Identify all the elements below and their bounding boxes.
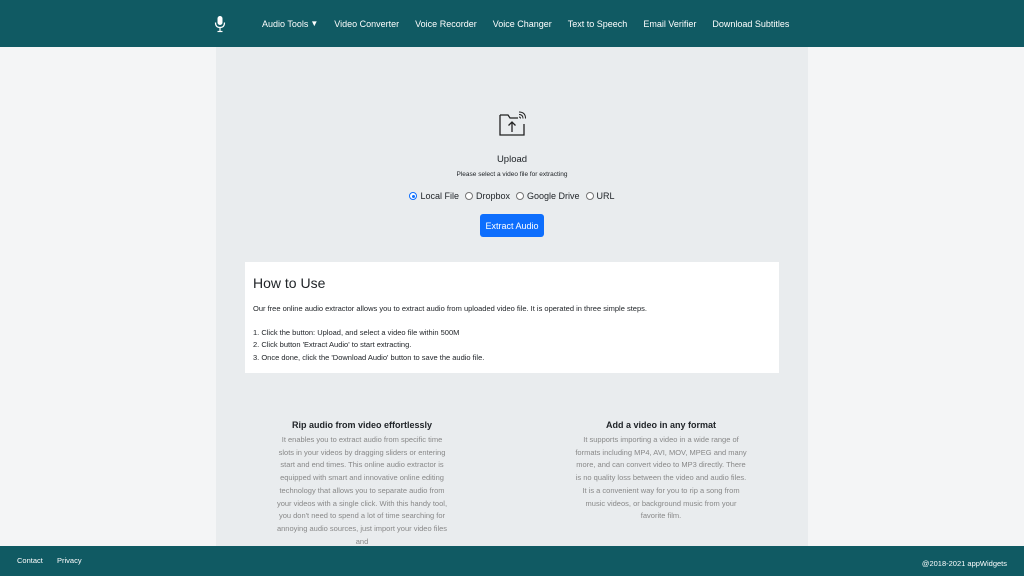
upload-title: Upload [496, 154, 528, 165]
radio-label: Dropbox [475, 191, 510, 201]
radio-label: Google Drive [527, 191, 580, 201]
footer: Contact Privacy @2018-2021 appWidgets [0, 546, 1024, 576]
footer-copyright: @2018-2021 appWidgets [921, 559, 1007, 568]
radio-button[interactable] [409, 192, 418, 200]
radio-dropbox[interactable]: Dropbox [464, 191, 510, 201]
radio-button[interactable] [464, 192, 473, 200]
radio-button[interactable] [585, 192, 594, 200]
microphone-icon[interactable] [214, 15, 226, 33]
upload-source-group: Local File Dropbox Google Drive URL [216, 191, 808, 201]
nav-voice-recorder[interactable]: Voice Recorder [415, 19, 477, 29]
footer-privacy-link[interactable]: Privacy [57, 556, 82, 565]
radio-label: Local File [420, 191, 459, 201]
nav-audio-tools-label: Audio Tools [262, 18, 309, 29]
extract-audio-button[interactable]: Extract Audio [480, 214, 544, 237]
nav-download-subtitles[interactable]: Download Subtitles [712, 19, 789, 29]
nav-audio-tools[interactable]: Audio Tools ▼ [262, 19, 318, 29]
footer-contact-link[interactable]: Contact [17, 556, 43, 565]
feature-any-format: Add a video in any format It supports im… [575, 420, 747, 523]
radio-google-drive[interactable]: Google Drive [516, 191, 580, 201]
radio-url[interactable]: URL [585, 191, 615, 201]
feature-rip-audio: Rip audio from video effortlessly It ena… [276, 420, 448, 546]
feature-title: Add a video in any format [605, 420, 717, 430]
nav-voice-changer[interactable]: Voice Changer [493, 19, 552, 29]
chevron-down-icon: ▼ [310, 19, 319, 28]
how-to-step: 2. Click button 'Extract Audio' to start… [253, 340, 412, 349]
radio-label: URL [596, 191, 615, 201]
feature-text: It supports importing a video in a wide … [575, 435, 747, 521]
how-to-step: 3. Once done, click the 'Download Audio'… [253, 352, 485, 362]
radio-button[interactable] [516, 192, 524, 200]
upload-folder-icon[interactable] [498, 111, 526, 139]
feature-text: It enables you to extract audio from spe… [276, 435, 448, 546]
top-navbar: Audio Tools ▼ Video Converter Voice Recor… [0, 0, 1024, 47]
radio-local-file[interactable]: Local File [409, 191, 459, 201]
nav-email-verifier[interactable]: Email Verifier [643, 19, 696, 29]
nav-links: Audio Tools ▼ Video Converter Voice Recor… [262, 0, 805, 47]
upload-subtitle: Please select a video file for extractin… [456, 171, 568, 178]
nav-text-to-speech[interactable]: Text to Speech [568, 19, 628, 29]
nav-video-converter[interactable]: Video Converter [334, 19, 399, 29]
how-to-step: 1. Click the button: Upload, and select … [253, 327, 460, 337]
feature-title: Rip audio from video effortlessly [291, 420, 433, 430]
main-panel: Upload Please select a video file for ex… [216, 47, 808, 546]
how-to-use-intro: Our free online audio extractor allows y… [253, 304, 647, 313]
how-to-use-card: How to Use Our free online audio extract… [245, 262, 779, 373]
how-to-use-title: How to Use [253, 275, 326, 291]
